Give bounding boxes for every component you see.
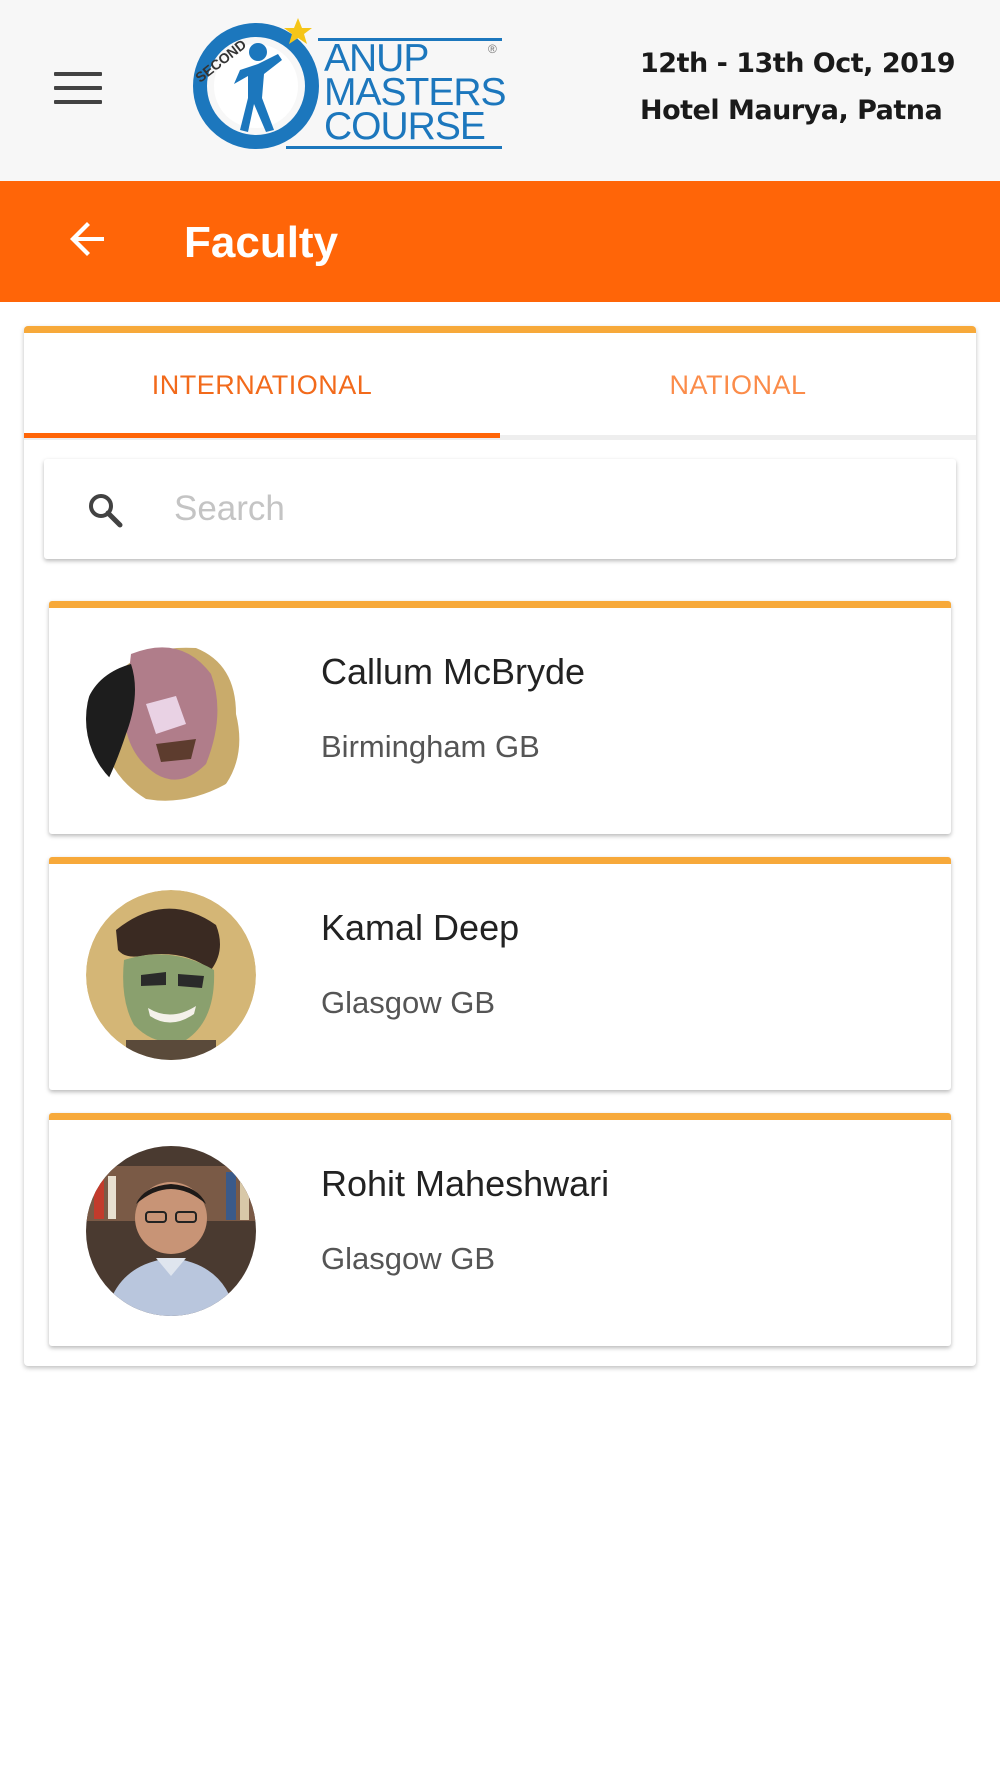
faculty-card[interactable]: Kamal Deep Glasgow GB xyxy=(49,857,951,1090)
faculty-location: Glasgow GB xyxy=(321,1241,496,1276)
logo-underline xyxy=(286,146,502,149)
page-toolbar: Faculty xyxy=(0,181,1000,302)
event-date: 12th - 13th Oct, 2019 xyxy=(640,48,955,79)
faculty-tabs: INTERNATIONAL NATIONAL xyxy=(24,333,976,440)
faculty-name: Rohit Maheshwari xyxy=(321,1163,610,1204)
event-venue: Hotel Maurya, Patna xyxy=(640,95,943,126)
search-icon[interactable] xyxy=(86,491,126,531)
faculty-panel: INTERNATIONAL NATIONAL Callum McBryde Bi… xyxy=(24,326,976,1366)
event-info: 12th - 13th Oct, 2019 Hotel Maurya, Patn… xyxy=(640,40,980,134)
avatar xyxy=(86,1146,256,1316)
logo-wordmark: ANUP MASTERS COURSE xyxy=(324,39,507,160)
tab-international[interactable]: INTERNATIONAL xyxy=(24,333,500,435)
faculty-location: Birmingham GB xyxy=(321,729,540,764)
app-header: SECOND ANUP MASTERS COURSE ® 12th - 13th… xyxy=(0,0,1000,181)
logo-emblem: SECOND xyxy=(192,18,319,149)
arrow-left-icon xyxy=(70,222,104,256)
event-logo: SECOND ANUP MASTERS COURSE ® xyxy=(178,14,508,152)
faculty-name: Kamal Deep xyxy=(321,907,520,948)
avatar xyxy=(86,634,256,804)
faculty-card[interactable]: Rohit Maheshwari Glasgow GB xyxy=(49,1113,951,1346)
active-tab-indicator xyxy=(24,433,500,438)
tab-national[interactable]: NATIONAL xyxy=(500,333,976,435)
back-button[interactable] xyxy=(64,215,112,263)
page-title: Faculty xyxy=(184,218,339,267)
hamburger-menu-icon[interactable] xyxy=(50,72,106,112)
search-input[interactable] xyxy=(174,477,934,541)
search-bar xyxy=(44,459,956,559)
avatar xyxy=(86,890,256,1060)
faculty-name: Callum McBryde xyxy=(321,651,586,692)
faculty-location: Glasgow GB xyxy=(321,985,496,1020)
registered-mark: ® xyxy=(488,42,497,56)
faculty-card[interactable]: Callum McBryde Birmingham GB xyxy=(49,601,951,834)
logo-line-3: COURSE xyxy=(324,105,486,148)
